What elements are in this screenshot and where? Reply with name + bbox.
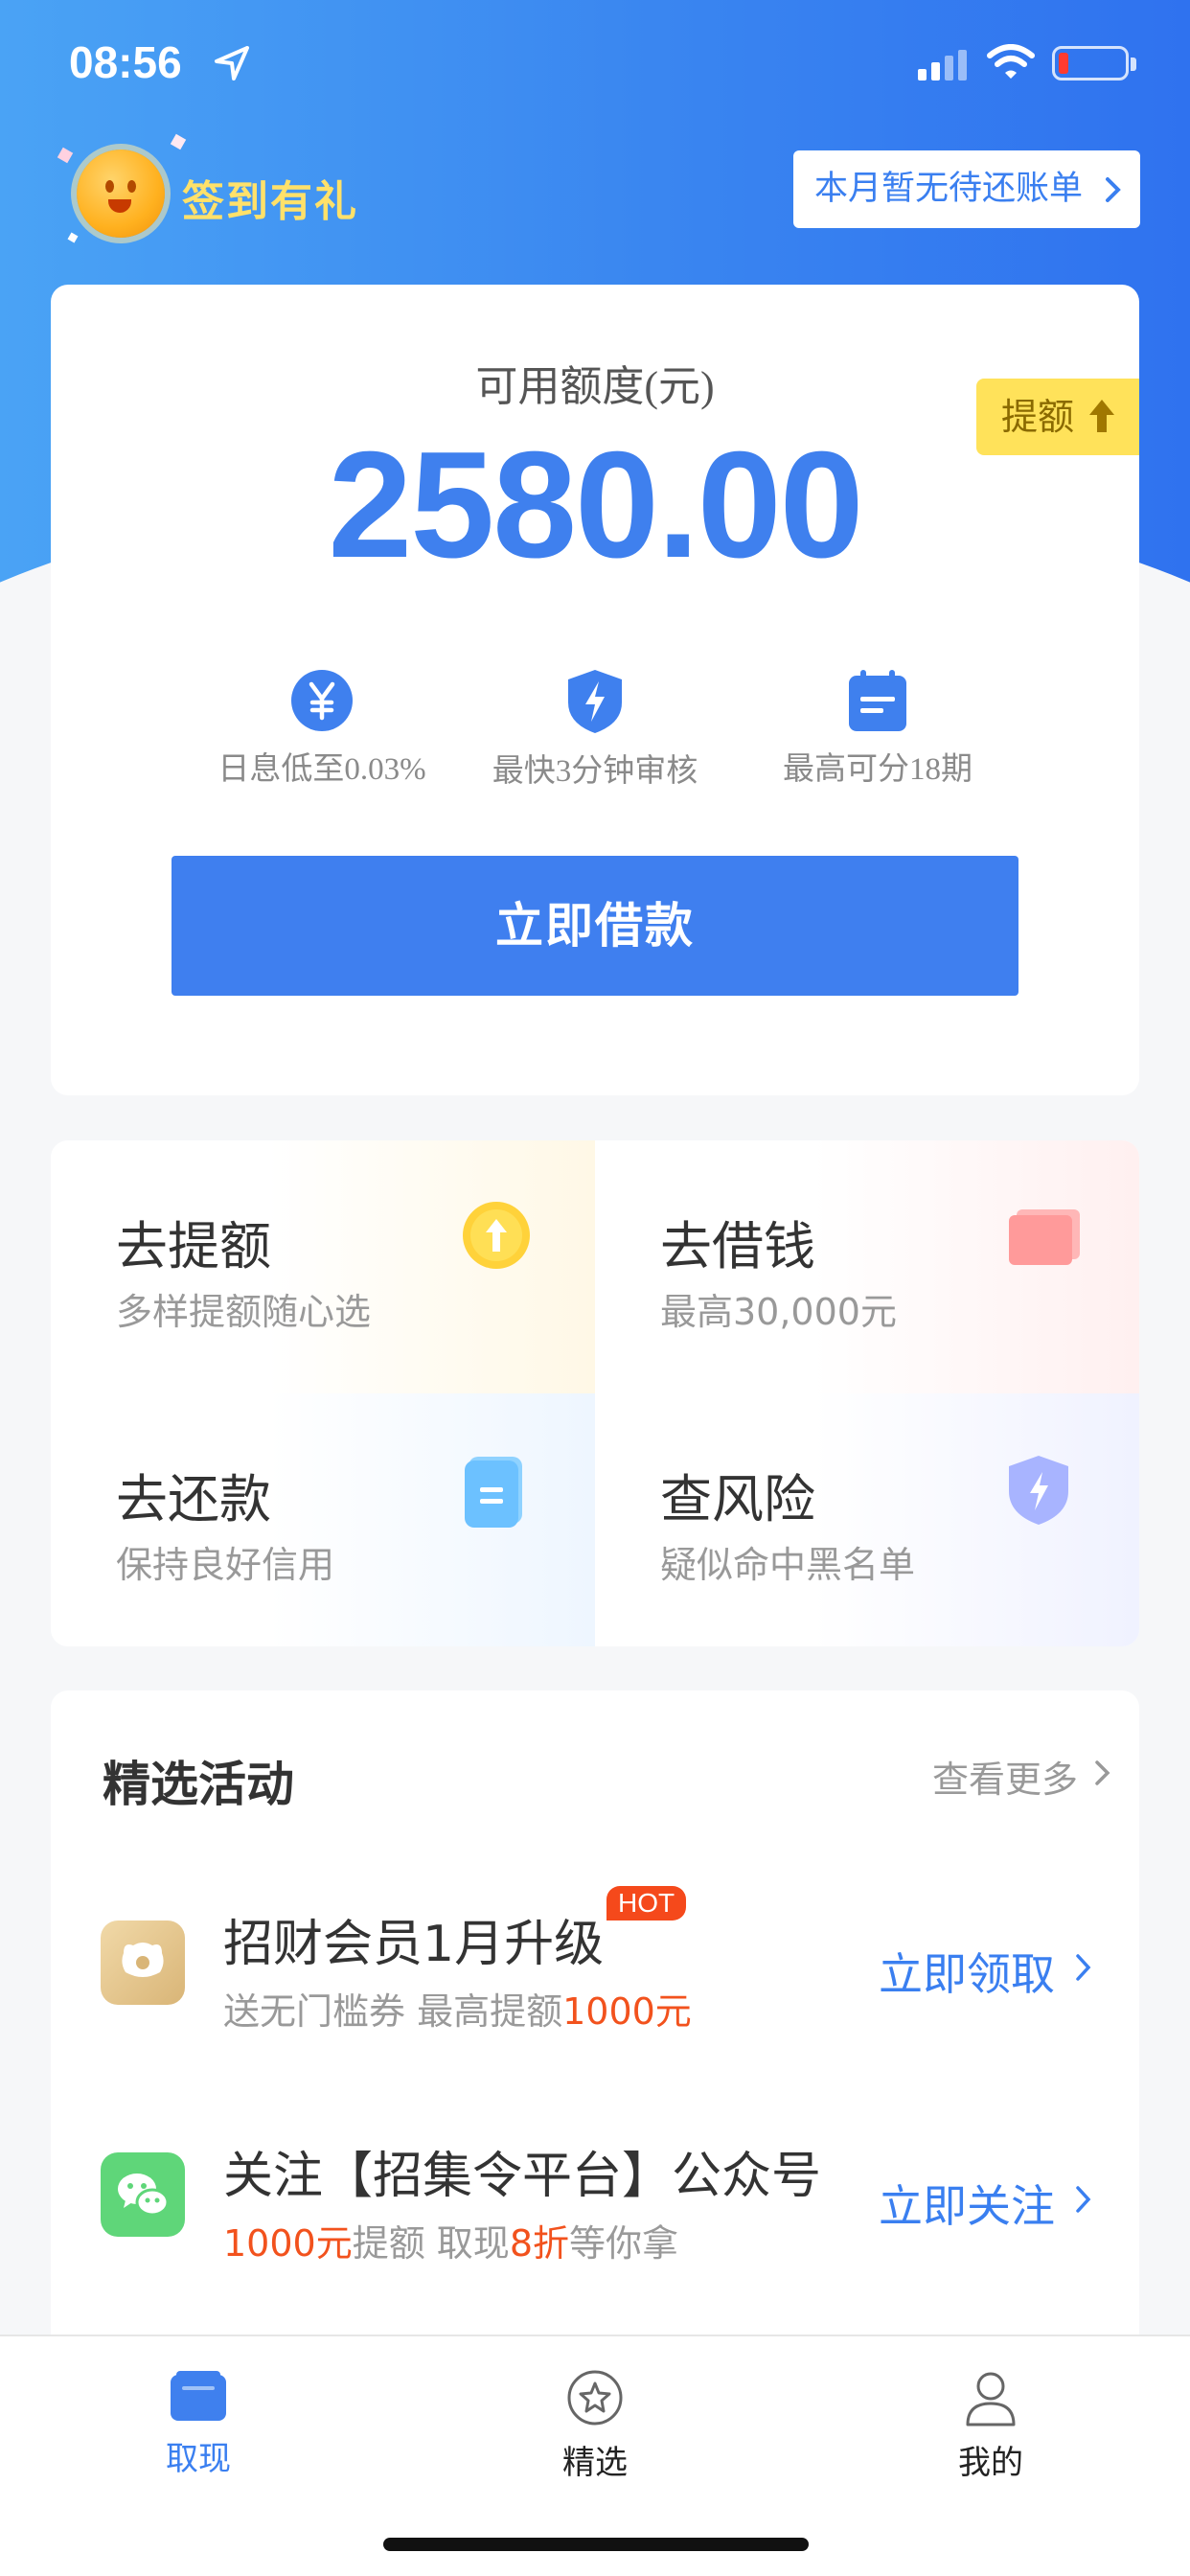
tab-featured[interactable]: 精选	[499, 2369, 691, 2483]
grid-borrow-money-title: 去借钱	[660, 1216, 815, 1276]
tab-withdraw-label: 取现	[166, 2440, 231, 2478]
activities-title: 精选活动	[103, 1757, 294, 1812]
document-icon	[465, 1457, 522, 1528]
bill-status-label: 本月暂无待还账单	[814, 170, 1084, 208]
grid-borrow-money[interactable]: 去借钱 最高30,000元	[595, 1140, 1139, 1393]
grid-raise-limit-subtitle: 多样提额随心选	[116, 1291, 372, 1333]
feature-daily-rate-text: 日息低至0.03%	[217, 752, 426, 787]
grid-repay-title: 去还款	[116, 1469, 271, 1530]
status-bar: 08:56	[0, 0, 1190, 129]
grid-borrow-money-subtitle: 最高30,000元	[660, 1291, 897, 1333]
service-grid: 去提额 多样提额随心选 去借钱 最高30,000元 去还款 保持良好信用 查风险…	[51, 1140, 1139, 1646]
activity-follow-subtitle: 1000元提额 取现8折等你拿	[223, 2222, 679, 2265]
activity-member-subtitle: 送无门槛券 最高提额1000元	[223, 1990, 692, 2033]
tab-mine-label: 我的	[958, 2444, 1023, 2482]
up-arrow-coin-icon	[463, 1202, 530, 1269]
chevron-right-icon	[1076, 1954, 1091, 1981]
tab-featured-label: 精选	[562, 2444, 628, 2482]
card-icon	[1009, 1209, 1080, 1265]
raise-limit-label: 提额	[1001, 396, 1075, 438]
shield-icon	[1009, 1456, 1068, 1525]
claim-now-link[interactable]: 立即领取	[879, 1940, 1091, 2003]
user-icon	[966, 2372, 1016, 2426]
grid-raise-limit-title: 去提额	[116, 1216, 271, 1276]
calendar-icon	[849, 670, 906, 731]
grid-repay-subtitle: 保持良好信用	[116, 1544, 335, 1586]
feature-daily-rate: 日息低至0.03%	[178, 668, 466, 789]
hot-badge: HOT	[606, 1886, 687, 1920]
wechat-icon	[101, 2152, 185, 2237]
grid-check-risk-subtitle: 疑似命中黑名单	[660, 1544, 916, 1586]
follow-now-link[interactable]: 立即关注	[879, 2172, 1091, 2235]
home-indicator	[383, 2538, 809, 2551]
up-arrow-icon	[1089, 400, 1114, 432]
signin-reward-button[interactable]: 签到有礼	[57, 133, 404, 251]
smiley-coin-icon	[77, 150, 165, 238]
chevron-right-icon	[1076, 2186, 1091, 2213]
feature-installments-text: 最高可分18期	[783, 752, 973, 787]
bill-status-button[interactable]: 本月暂无待还账单	[793, 150, 1140, 228]
chevron-right-icon	[1106, 177, 1121, 202]
location-arrow-icon	[215, 46, 249, 80]
signal-icon	[918, 50, 967, 80]
signin-label: 签到有礼	[182, 177, 358, 226]
borrow-now-button[interactable]: 立即借款	[172, 856, 1018, 996]
wallet-icon	[171, 2371, 226, 2421]
grid-repay[interactable]: 去还款 保持良好信用	[51, 1393, 595, 1646]
star-circle-icon	[567, 2370, 623, 2426]
tab-mine[interactable]: 我的	[895, 2369, 1087, 2483]
feature-installments: 最高可分18期	[734, 668, 1021, 789]
activity-member-name: 招财会员1月升级	[223, 1916, 605, 1973]
tab-withdraw[interactable]: 取现	[103, 2369, 294, 2479]
view-more-label: 查看更多	[931, 1759, 1078, 1801]
view-more-link[interactable]: 查看更多	[931, 1750, 1110, 1803]
chevron-right-icon	[1095, 1760, 1110, 1785]
credit-card-panel: 可用额度(元) 2580.00 提额 日息低至0.03% 最快3分钟审核 最高可…	[51, 285, 1139, 1095]
feature-fast-review: 最快3分钟审核	[451, 668, 739, 791]
featured-activities: 精选活动 查看更多 招财会员1月升级 HOT 送无门槛券 最高提额1000元 立…	[51, 1690, 1139, 2342]
activity-member-upgrade[interactable]: 招财会员1月升级 HOT 送无门槛券 最高提额1000元 立即领取	[51, 1865, 1139, 2057]
raise-limit-button[interactable]: 提额	[976, 379, 1139, 455]
activity-follow-name: 关注【招集令平台】公众号	[223, 2148, 822, 2205]
yuan-icon	[291, 670, 353, 731]
grid-check-risk-title: 查风险	[660, 1469, 815, 1530]
lightning-shield-icon	[568, 670, 622, 733]
status-time: 08:56	[69, 37, 182, 87]
battery-icon	[1052, 46, 1136, 80]
wifi-icon	[987, 44, 1035, 79]
feature-fast-review-text: 最快3分钟审核	[492, 754, 698, 789]
member-icon	[101, 1920, 185, 2005]
activity-follow-wechat[interactable]: 关注【招集令平台】公众号 1000元提额 取现8折等你拿 立即关注	[51, 2097, 1139, 2288]
grid-raise-limit[interactable]: 去提额 多样提额随心选	[51, 1140, 595, 1393]
grid-check-risk[interactable]: 查风险 疑似命中黑名单	[595, 1393, 1139, 1646]
